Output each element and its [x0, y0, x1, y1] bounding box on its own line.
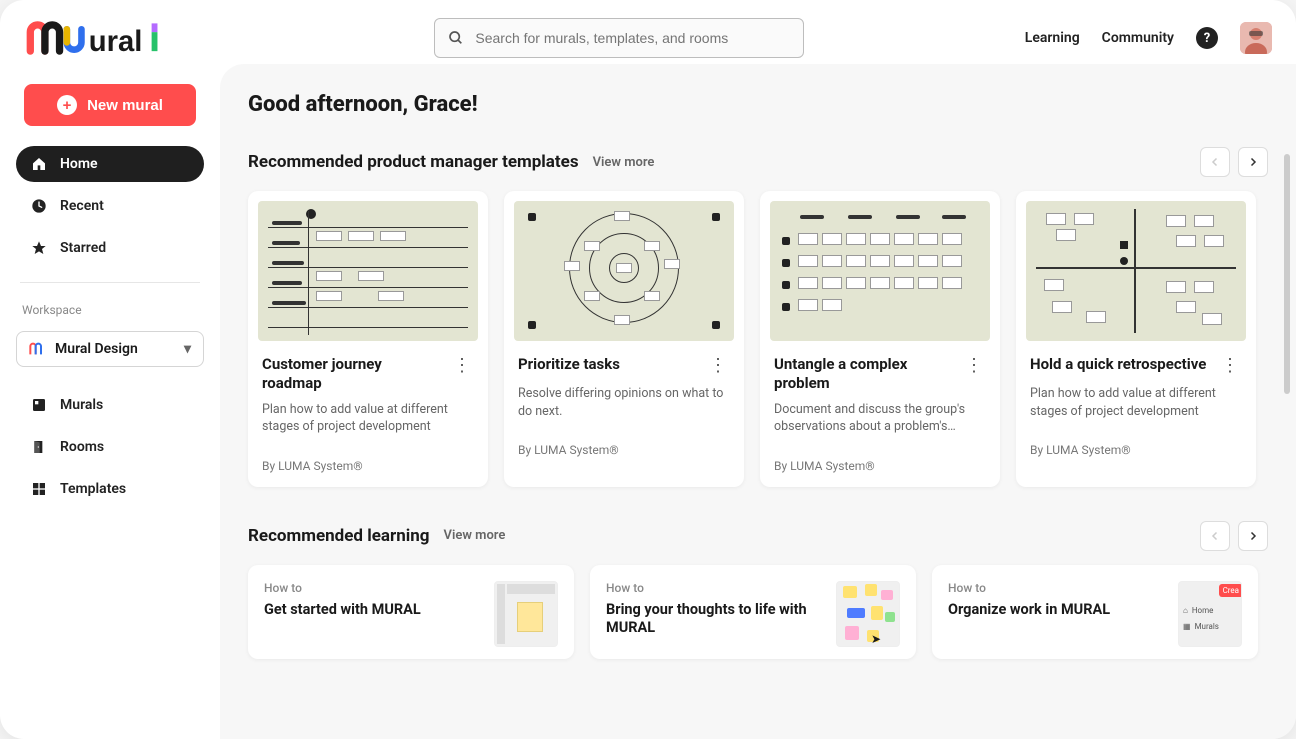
templates-section-header: Recommended product manager templates Vi…: [248, 147, 1268, 177]
nav-community[interactable]: Community: [1102, 30, 1174, 46]
help-button[interactable]: ?: [1196, 27, 1218, 49]
template-author: By LUMA System®: [774, 459, 986, 473]
templates-icon: [30, 480, 48, 498]
sidebar-item-templates[interactable]: Templates: [16, 471, 204, 507]
template-author: By LUMA System®: [518, 443, 730, 457]
template-card[interactable]: Prioritize tasks ⋮ Resolve differing opi…: [504, 191, 744, 487]
kebab-icon[interactable]: ⋮: [705, 355, 730, 377]
template-card[interactable]: Customer journey roadmap ⋮ Plan how to a…: [248, 191, 488, 487]
sidebar-item-rooms[interactable]: Rooms: [16, 429, 204, 465]
templates-view-more[interactable]: View more: [593, 155, 655, 170]
howto-label: How to: [264, 581, 484, 595]
search-box[interactable]: [434, 18, 804, 58]
template-title: Customer journey roadmap: [262, 355, 443, 393]
learning-section-header: Recommended learning View more: [248, 521, 1268, 551]
template-thumbnail: [514, 201, 734, 341]
sidebar: + New mural Home Recent Starred: [0, 64, 220, 739]
star-icon: [30, 239, 48, 257]
home-icon: [30, 155, 48, 173]
murals-icon: [30, 396, 48, 414]
greeting: Good afternoon, Grace!: [248, 92, 1268, 117]
template-title: Prioritize tasks: [518, 355, 699, 374]
workspace-selector[interactable]: Mural Design ▾: [16, 331, 204, 367]
learning-title: Organize work in MURAL: [948, 601, 1168, 620]
door-icon: [30, 438, 48, 456]
template-title: Hold a quick retrospective: [1030, 355, 1211, 374]
learning-card[interactable]: How to Organize work in MURAL Crea ⌂Home…: [932, 565, 1258, 659]
template-cards: Customer journey roadmap ⋮ Plan how to a…: [248, 191, 1268, 487]
howto-label: How to: [948, 581, 1168, 595]
svg-text:ural: ural: [89, 26, 143, 57]
scrollbar[interactable]: [1284, 154, 1290, 739]
templates-next-button[interactable]: [1238, 147, 1268, 177]
howto-label: How to: [606, 581, 826, 595]
learning-cards: How to Get started with MURAL How to Bri…: [248, 565, 1268, 659]
sidebar-item-murals[interactable]: Murals: [16, 387, 204, 423]
template-title: Untangle a complex problem: [774, 355, 955, 393]
learning-title: Bring your thoughts to life with MURAL: [606, 601, 826, 639]
mural-logo[interactable]: ural: [24, 19, 214, 57]
learning-card[interactable]: How to Bring your thoughts to life with …: [590, 565, 916, 659]
learning-title: Get started with MURAL: [264, 601, 484, 620]
learning-thumbnail: ➤: [836, 581, 900, 647]
topbar: ural Learning Community ?: [0, 0, 1296, 64]
template-thumbnail: [258, 201, 478, 341]
main-content: Good afternoon, Grace! Recommended produ…: [220, 64, 1296, 739]
template-thumbnail: [1026, 201, 1246, 341]
new-mural-button[interactable]: + New mural: [24, 84, 196, 126]
sidebar-item-recent[interactable]: Recent: [16, 188, 204, 224]
plus-icon: +: [57, 95, 77, 115]
learning-prev-button[interactable]: [1200, 521, 1230, 551]
template-author: By LUMA System®: [262, 459, 474, 473]
template-desc: Plan how to add value at different stage…: [1030, 385, 1242, 429]
app-window: ural Learning Community ?: [0, 0, 1296, 739]
template-desc: Resolve differing opinions on what to do…: [518, 385, 730, 429]
search-input[interactable]: [475, 30, 791, 46]
templates-prev-button[interactable]: [1200, 147, 1230, 177]
template-desc: Plan how to add value at different stage…: [262, 401, 474, 445]
learning-thumbnail: Crea ⌂Home ▦Murals: [1178, 581, 1242, 647]
chevron-down-icon: ▾: [184, 341, 191, 357]
sidebar-item-starred[interactable]: Starred: [16, 230, 204, 266]
template-card[interactable]: Hold a quick retrospective ⋮ Plan how to…: [1016, 191, 1256, 487]
template-author: By LUMA System®: [1030, 443, 1242, 457]
learning-view-more[interactable]: View more: [444, 528, 506, 543]
kebab-icon[interactable]: ⋮: [961, 355, 986, 377]
kebab-icon[interactable]: ⋮: [1217, 355, 1242, 377]
top-links: Learning Community ?: [1025, 22, 1272, 54]
learning-card[interactable]: How to Get started with MURAL: [248, 565, 574, 659]
search-icon: [447, 29, 465, 47]
new-mural-label: New mural: [87, 97, 163, 114]
sidebar-item-home[interactable]: Home: [16, 146, 204, 182]
workspace-logo-icon: [29, 341, 45, 357]
nav-learning[interactable]: Learning: [1025, 30, 1080, 46]
kebab-icon[interactable]: ⋮: [449, 355, 474, 377]
template-card[interactable]: /*rows of labels drawn below via loop-is…: [760, 191, 1000, 487]
learning-next-button[interactable]: [1238, 521, 1268, 551]
template-desc: Document and discuss the group's observa…: [774, 401, 986, 445]
workspace-heading: Workspace: [16, 299, 204, 325]
clock-icon: [30, 197, 48, 215]
user-avatar[interactable]: [1240, 22, 1272, 54]
template-thumbnail: /*rows of labels drawn below via loop-is…: [770, 201, 990, 341]
learning-thumbnail: [494, 581, 558, 647]
